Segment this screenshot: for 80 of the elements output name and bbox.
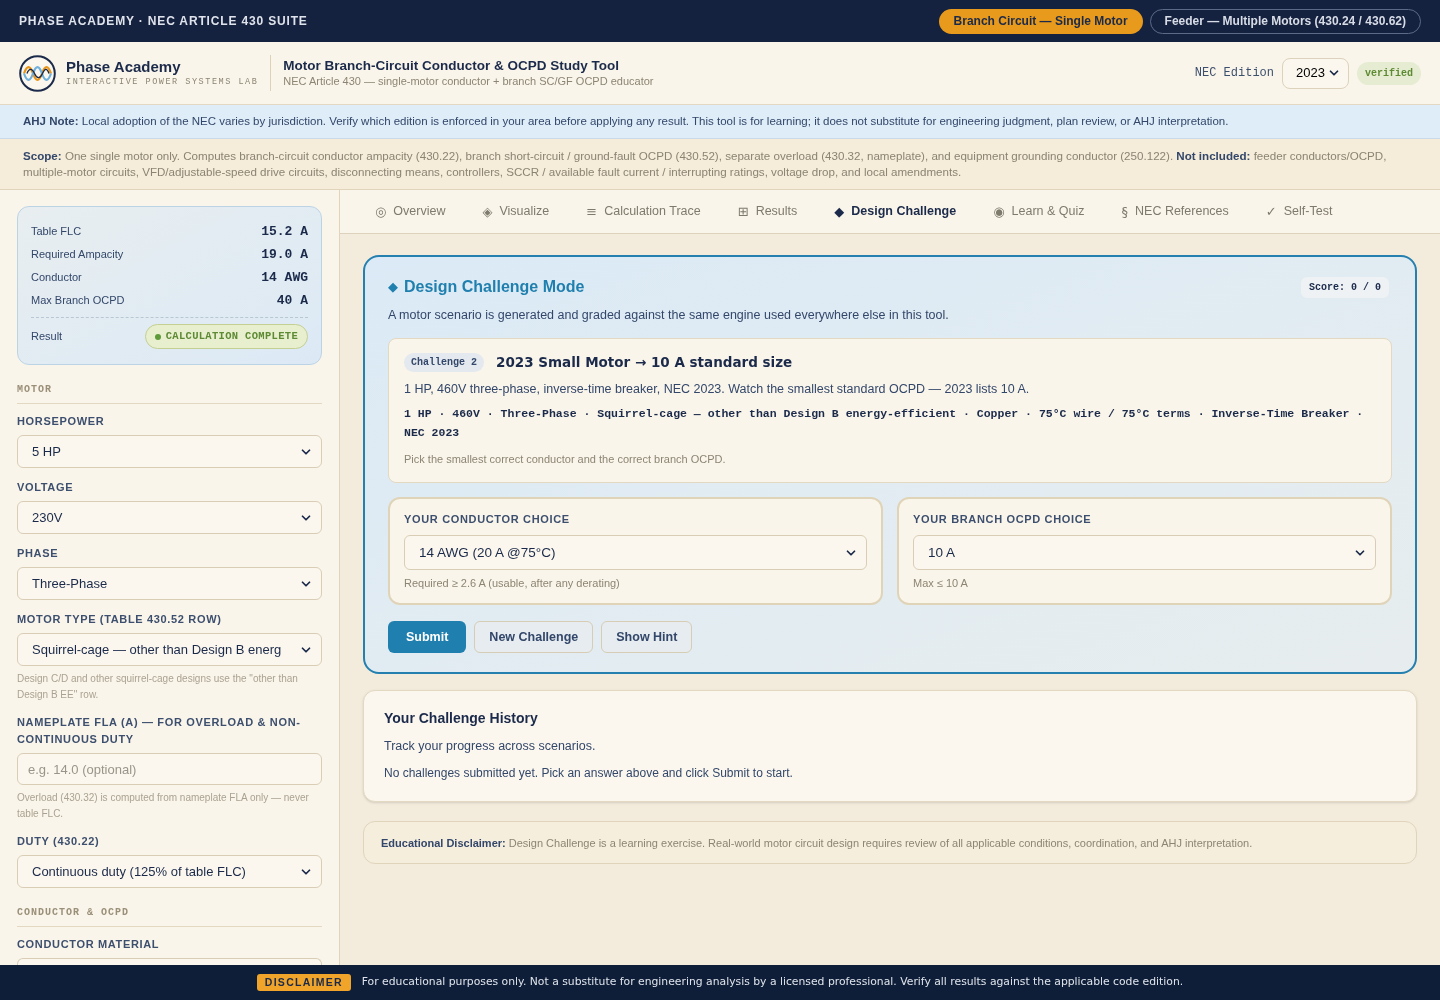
nav-tab[interactable]: ◉ Learn & Quiz (993, 201, 1085, 222)
summary-label: Conductor (31, 270, 82, 286)
suite-title: PHASE ACADEMY · NEC ARTICLE 430 SUITE (19, 13, 308, 30)
select-field[interactable]: 5 HP (17, 435, 322, 468)
grid-icon: ⊞ (737, 201, 749, 222)
disclaimer-badge: DISCLAIMER (256, 973, 351, 992)
nav-tab[interactable]: § NEC References (1121, 201, 1229, 222)
brand-tagline: INTERACTIVE POWER SYSTEMS LAB (66, 75, 259, 89)
choice-hint: Required ≥ 2.6 A (usable, after any derating) (404, 576, 621, 592)
result-label: Result (31, 329, 63, 345)
nav-tab[interactable]: ✓ Self-Test (1265, 201, 1333, 222)
field-label: MOTOR TYPE (TABLE 430.52 ROW) (17, 612, 223, 627)
history-empty-text: No challenges submitted yet. Pick an answer above and click Submit to start. (384, 765, 794, 783)
challenge-parameters: 1 HP · 460V · Three-Phase · Squirrel-cage — other than Design B energy-efficient · Copper · 75°C wire / 75°C terms · Inverse-Time Breaker · NEC 2023 (404, 406, 1365, 442)
summary-label: Max Branch OCPD (31, 293, 125, 309)
field-hint: Overload (430.32) is computed from nameplate FLA only — never table FLC. (17, 791, 310, 821)
diamond-icon: ◆ (388, 277, 398, 297)
field-label: VOLTAGE (17, 480, 75, 495)
check-icon: ✓ (1265, 201, 1277, 222)
challenge-prompt: Pick the smallest correct conductor and the correct branch OCPD. (404, 452, 727, 468)
tool-title: Motor Branch-Circuit Conductor & OCPD Study Tool (283, 57, 621, 74)
field-label: DUTY (430.22) (17, 834, 101, 849)
status-text: CALCULATION COMPLETE (165, 328, 298, 344)
challenge-tag: Challenge 2 (404, 352, 484, 372)
challenge-title: 2023 Small Motor → 10 A standard size (496, 353, 793, 372)
select-field[interactable]: 10 A (913, 535, 1376, 571)
ahj-note-text: AHJ Note: Local adoption of the NEC varies by jurisdiction. Verify which edition is enforced in your area before applying any result. This tool is for learning; it does not substitute for engineering judgment, plan review, or AHJ interpretation. (23, 113, 1229, 129)
panel-description: A motor scenario is generated and graded against the same engine used everywhere else in this tool. (388, 307, 950, 324)
disclaimer-text: Educational Disclaimer: Design Challenge is a learning exercise. Real-world motor circuit design requires review of all applicable conditions, coordination, and AHJ interpretation. (381, 835, 1253, 851)
lines-icon: ≡ (586, 201, 598, 222)
select-field[interactable]: 14 AWG (20 A @75°C) (404, 535, 867, 571)
select-field[interactable]: Three-Phase (17, 567, 322, 600)
nav-tab[interactable]: ⊞ Results (737, 201, 798, 222)
action-button[interactable]: Submit (388, 621, 467, 654)
input-field[interactable]: e.g. 14.0 (optional) (17, 753, 322, 785)
summary-value: 15.2 A (261, 222, 308, 241)
brand-name: Phase Academy (66, 57, 182, 76)
nav-tab[interactable]: ◆ Design Challenge (834, 201, 957, 222)
choice-label: YOUR CONDUCTOR CHOICE (404, 512, 571, 528)
section-title: CONDUCTOR & OCPD (17, 906, 322, 927)
nav-tab[interactable]: ◎ Overview (375, 201, 446, 222)
nav-tab[interactable]: ≡ Calculation Trace (586, 201, 701, 222)
select-field[interactable]: Squirrel-cage — other than Design B energ (17, 633, 322, 666)
history-subtitle: Track your progress across scenarios. (384, 738, 597, 756)
summary-value: 19.0 A (261, 245, 308, 264)
challenge-summary: 1 HP, 460V three-phase, inverse-time breaker, NEC 2023. Watch the smallest standard OCPD — 2023 lists 10 A. (404, 381, 1031, 399)
action-button[interactable]: Show Hint (601, 621, 693, 654)
edition-label: NEC Edition (1194, 65, 1274, 82)
tool-subtitle: NEC Article 430 — single-motor conductor + branch SC/GF OCPD educator (283, 74, 654, 89)
diamond-icon: ◈ (482, 201, 493, 222)
field-label: PHASE (17, 546, 60, 561)
panel-title: Design Challenge Mode (404, 277, 585, 297)
field-label: CONDUCTOR MATERIAL (17, 937, 161, 952)
select-field[interactable]: Continuous duty (125% of table FLC) (17, 855, 322, 888)
summary-value: 40 A (276, 291, 308, 310)
select-field[interactable] (17, 958, 322, 965)
section-sign-icon: § (1121, 201, 1129, 222)
footer-text: For educational purposes only. Not a substitute for engineering analysis by a licensed professional. Verify all results against the applicable code edition. (361, 974, 1184, 991)
edition-select[interactable]: 2023 (1282, 57, 1349, 89)
select-field[interactable]: 230V (17, 501, 322, 534)
field-hint: Design C/D and other squirrel-cage designs use the "other than Design B EE" row. (17, 672, 299, 702)
waves-logo-icon (19, 54, 56, 92)
summary-label: Required Ampacity (31, 247, 124, 263)
bullseye-icon: ◎ (375, 201, 387, 222)
action-button[interactable]: New Challenge (474, 621, 594, 654)
section-title: MOTOR (17, 383, 322, 404)
radio-dot-icon: ◉ (993, 201, 1005, 222)
nav-tab[interactable]: ◈ Visualize (482, 201, 550, 222)
history-title: Your Challenge History (384, 709, 539, 729)
summary-value: 14 AWG (261, 268, 308, 287)
diamond-icon: ◆ (834, 201, 845, 222)
verified-badge: verified (1357, 61, 1421, 85)
choice-hint: Max ≤ 10 A (913, 576, 969, 592)
field-label: HORSEPOWER (17, 414, 106, 429)
mode-toggle[interactable]: Branch Circuit — Single Motor (938, 8, 1143, 34)
scope-text: Scope: One single motor only. Computes branch-circuit conductor ampacity (430.22), branch short-circuit / ground-fault OCPD (430.52), separate overload (430.32, nameplate), and equipment grounding conductor (250.122). Not included: feeder conductors/OCPD, multiple-motor circuits, VFD/adjustable-speed drive circuits, disconnecting means, controllers, SCCR / available fault current / interrupting ratings, voltage drop, and local amendments. (23, 148, 1388, 180)
score-badge: Score: 0 / 0 (1301, 276, 1389, 298)
summary-label: Table FLC (31, 224, 82, 240)
field-label: NAMEPLATE FLA (A) — FOR OVERLOAD & NON-CONTINUOUS DUTY (17, 715, 302, 747)
choice-label: YOUR BRANCH OCPD CHOICE (913, 512, 1093, 528)
